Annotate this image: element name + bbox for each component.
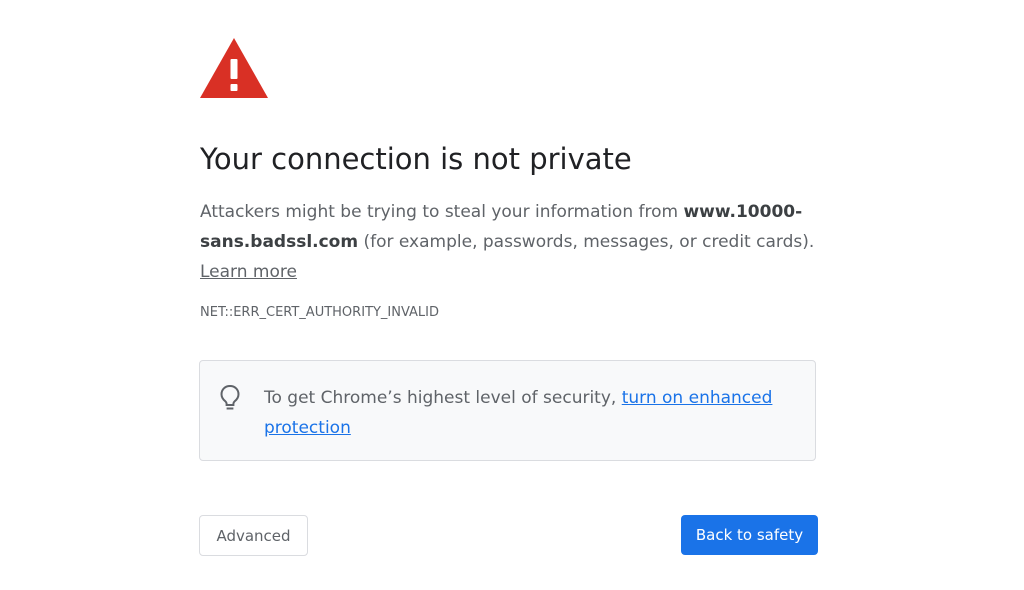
learn-more-link[interactable]: Learn more <box>200 262 297 282</box>
interstitial-page: Your connection is not private Attackers… <box>0 0 1024 590</box>
security-description: Attackers might be trying to steal your … <box>200 197 820 287</box>
error-code: NET::ERR_CERT_AUTHORITY_INVALID <box>200 305 440 320</box>
description-suffix: (for example, passwords, messages, or cr… <box>358 232 815 252</box>
enhanced-protection-promo: To get Chrome’s highest level of securit… <box>199 360 816 461</box>
page-title: Your connection is not private <box>200 142 632 176</box>
promo-message: To get Chrome’s highest level of securit… <box>264 383 794 443</box>
description-text: Attackers might be trying to steal your … <box>200 202 684 222</box>
back-to-safety-button[interactable]: Back to safety <box>681 515 818 555</box>
advanced-button[interactable]: Advanced <box>199 515 308 556</box>
warning-triangle-icon <box>200 38 268 98</box>
promo-text: To get Chrome’s highest level of securit… <box>264 388 622 408</box>
lightbulb-icon <box>220 384 240 410</box>
